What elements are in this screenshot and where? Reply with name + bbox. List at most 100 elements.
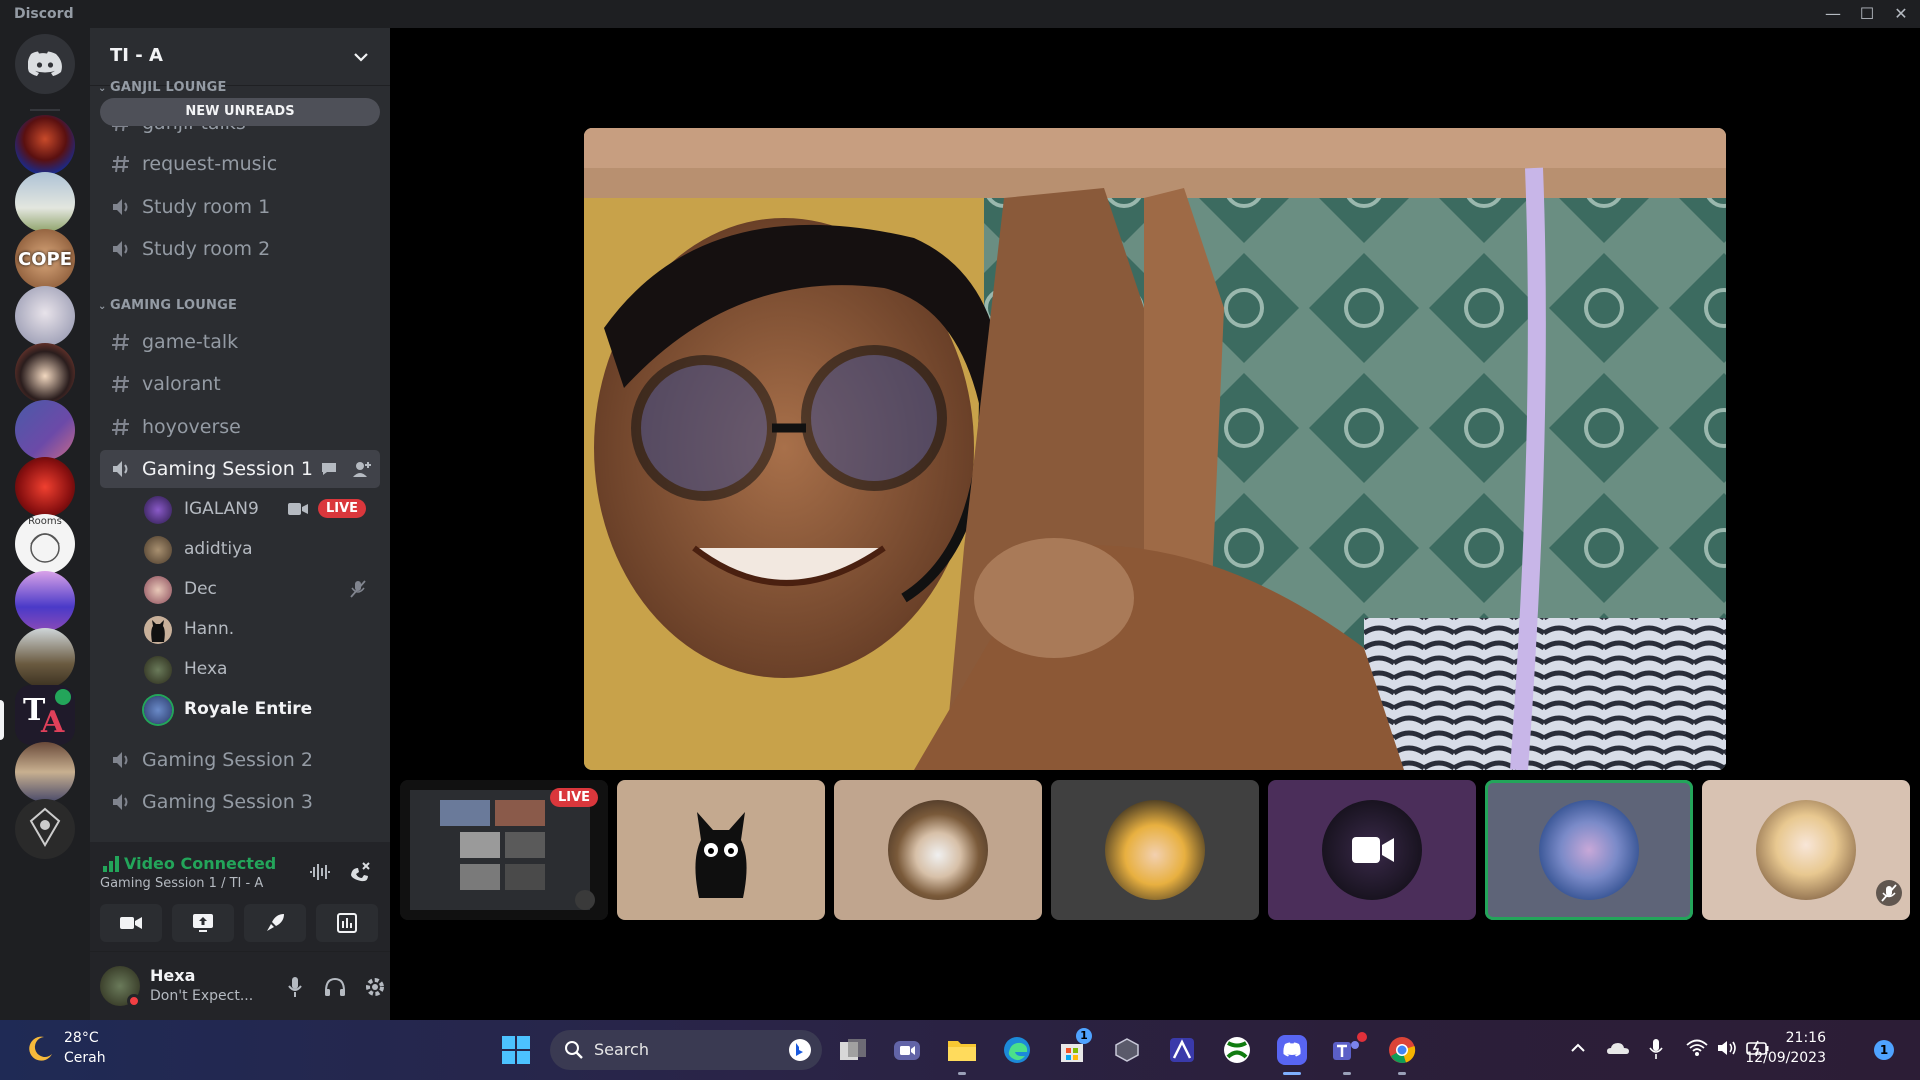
channel-study-room-1[interactable]: Study room 1 bbox=[100, 188, 380, 226]
channel-hoyoverse[interactable]: hoyoverse bbox=[100, 408, 380, 446]
tile-dec[interactable] bbox=[1702, 780, 1910, 920]
moon-icon[interactable] bbox=[26, 1034, 54, 1062]
invite-member-icon[interactable] bbox=[352, 460, 372, 478]
channel-label: Gaming Session 2 bbox=[142, 749, 313, 771]
camera-toggle-button[interactable] bbox=[100, 904, 162, 942]
server-icon-12[interactable] bbox=[15, 742, 75, 802]
discord-taskbar-button[interactable] bbox=[1272, 1030, 1312, 1070]
onedrive-icon[interactable] bbox=[1606, 1038, 1630, 1058]
file-explorer-button[interactable] bbox=[942, 1030, 982, 1070]
server-icon-6[interactable] bbox=[15, 400, 75, 460]
clock-date[interactable]: 12/09/2023 bbox=[1745, 1050, 1826, 1066]
tile-stream-preview[interactable]: LIVE bbox=[400, 780, 608, 920]
server-icon-3[interactable]: COPE bbox=[15, 229, 75, 289]
channel-sidebar: TI - A ⌄GANJIL LOUNGE ganjil-talks NEW U… bbox=[90, 28, 390, 1020]
meet-app-button[interactable] bbox=[887, 1030, 927, 1070]
clock-time[interactable]: 21:16 bbox=[1786, 1030, 1826, 1046]
volume-icon[interactable] bbox=[1716, 1038, 1738, 1058]
channel-game-talk[interactable]: game-talk bbox=[100, 323, 380, 361]
speaker-icon bbox=[113, 752, 128, 768]
server-icon-7[interactable] bbox=[15, 457, 75, 517]
gear-icon bbox=[366, 978, 384, 996]
video-stage: LIVE bbox=[390, 28, 1920, 1020]
channel-study-room-2[interactable]: Study room 2 bbox=[100, 230, 380, 268]
weather-condition[interactable]: Cerah bbox=[64, 1050, 106, 1066]
tile-igalan9[interactable] bbox=[1268, 780, 1476, 920]
live-badge: LIVE bbox=[318, 499, 367, 518]
server-header[interactable]: TI - A bbox=[90, 28, 390, 86]
main-video-feed[interactable] bbox=[584, 128, 1726, 770]
hashtag-icon bbox=[112, 333, 129, 351]
edge-button[interactable] bbox=[997, 1030, 1037, 1070]
signal-strength-icon[interactable] bbox=[102, 856, 120, 872]
chevron-up-icon[interactable] bbox=[1568, 1038, 1588, 1058]
server-name: TI - A bbox=[110, 45, 163, 66]
server-icon-9[interactable] bbox=[15, 571, 75, 631]
start-button[interactable] bbox=[496, 1030, 536, 1070]
tile-anime-girl[interactable] bbox=[1051, 780, 1259, 920]
server-icon-ti-a[interactable]: T A bbox=[15, 685, 75, 745]
headphones-button[interactable] bbox=[320, 972, 350, 1002]
server-icon-rooms[interactable]: Rooms bbox=[15, 514, 75, 574]
channel-label: Study room 2 bbox=[142, 238, 271, 260]
channel-label: valorant bbox=[142, 373, 221, 395]
server-icon-lafamilia[interactable] bbox=[15, 799, 75, 859]
voice-user-hann[interactable]: Hann. bbox=[144, 611, 380, 647]
screen-share-button[interactable] bbox=[172, 904, 234, 942]
voice-user-dec[interactable]: Dec bbox=[144, 571, 380, 607]
maximize-button[interactable]: ☐ bbox=[1850, 2, 1884, 26]
chat-icon[interactable] bbox=[320, 460, 338, 478]
activities-button[interactable] bbox=[244, 904, 306, 942]
voice-user-royale-entire[interactable]: Royale Entire bbox=[144, 691, 380, 727]
xbox-button[interactable] bbox=[1217, 1030, 1257, 1070]
dark-avatar bbox=[1322, 800, 1422, 900]
channel-gaming-session-2[interactable]: Gaming Session 2 bbox=[100, 741, 380, 779]
discord-home-button[interactable] bbox=[15, 34, 75, 94]
video-camera-icon bbox=[288, 503, 308, 515]
disconnect-icon[interactable] bbox=[348, 860, 372, 884]
task-view-button[interactable] bbox=[833, 1030, 873, 1070]
server-icon-1[interactable] bbox=[15, 115, 75, 175]
microphone-button[interactable] bbox=[280, 972, 310, 1002]
close-button[interactable]: ✕ bbox=[1884, 2, 1918, 26]
server-icon-4[interactable] bbox=[15, 286, 75, 346]
app-button-ai[interactable] bbox=[1162, 1030, 1202, 1070]
settings-button[interactable] bbox=[360, 972, 390, 1002]
user-panel: Hexa Don't Expect... bbox=[90, 952, 390, 1020]
noise-suppression-icon[interactable] bbox=[308, 862, 332, 882]
server-icon-5[interactable] bbox=[15, 343, 75, 403]
new-unreads-banner[interactable]: NEW UNREADS bbox=[100, 98, 380, 126]
notification-badge[interactable]: 1 bbox=[1874, 1040, 1894, 1060]
chrome-button[interactable] bbox=[1382, 1030, 1422, 1070]
category-ganjil-lounge[interactable]: ⌄ GANJIL LOUNGE bbox=[98, 80, 227, 95]
voice-user-adidtiya[interactable]: adidtiya bbox=[144, 531, 380, 567]
microphone-in-use-icon[interactable] bbox=[1648, 1038, 1664, 1060]
soundboard-button[interactable] bbox=[316, 904, 378, 942]
tile-royale-entire[interactable] bbox=[1485, 780, 1693, 920]
speaker-icon bbox=[113, 794, 128, 810]
rail-separator bbox=[30, 109, 60, 111]
sketch-girl-icon bbox=[30, 533, 60, 563]
channel-gaming-session-1[interactable]: Gaming Session 1 bbox=[100, 450, 380, 488]
weather-temperature[interactable]: 28°C bbox=[64, 1030, 99, 1046]
tile-adidtiya[interactable] bbox=[834, 780, 1042, 920]
taskbar-search[interactable]: Search bbox=[550, 1030, 822, 1070]
server-icon-10[interactable] bbox=[15, 628, 75, 688]
discord-logo-icon bbox=[28, 51, 62, 76]
minimize-button[interactable]: — bbox=[1816, 2, 1850, 26]
channel-gaming-session-3[interactable]: Gaming Session 3 bbox=[100, 783, 380, 821]
mic-muted-icon bbox=[1881, 884, 1897, 902]
wifi-icon[interactable] bbox=[1686, 1038, 1708, 1058]
windows-taskbar: 28°C Cerah Search 1 21:16 12/09/2023 1 bbox=[0, 1020, 1920, 1080]
voice-user-igalan9[interactable]: IGALAN9 LIVE bbox=[144, 491, 380, 527]
voice-location[interactable]: Gaming Session 1 / TI - A bbox=[100, 876, 263, 891]
tile-hann[interactable] bbox=[617, 780, 825, 920]
server-icon-2[interactable] bbox=[15, 172, 75, 232]
voice-user-hexa[interactable]: Hexa bbox=[144, 651, 380, 687]
category-gaming-lounge[interactable]: ⌄ GAMING LOUNGE bbox=[98, 298, 237, 313]
channel-valorant[interactable]: valorant bbox=[100, 365, 380, 403]
channel-request-music[interactable]: request-music bbox=[100, 145, 380, 183]
headphones-icon bbox=[325, 977, 345, 996]
video-camera-icon bbox=[1352, 837, 1394, 863]
app-button-vpn[interactable] bbox=[1107, 1030, 1147, 1070]
